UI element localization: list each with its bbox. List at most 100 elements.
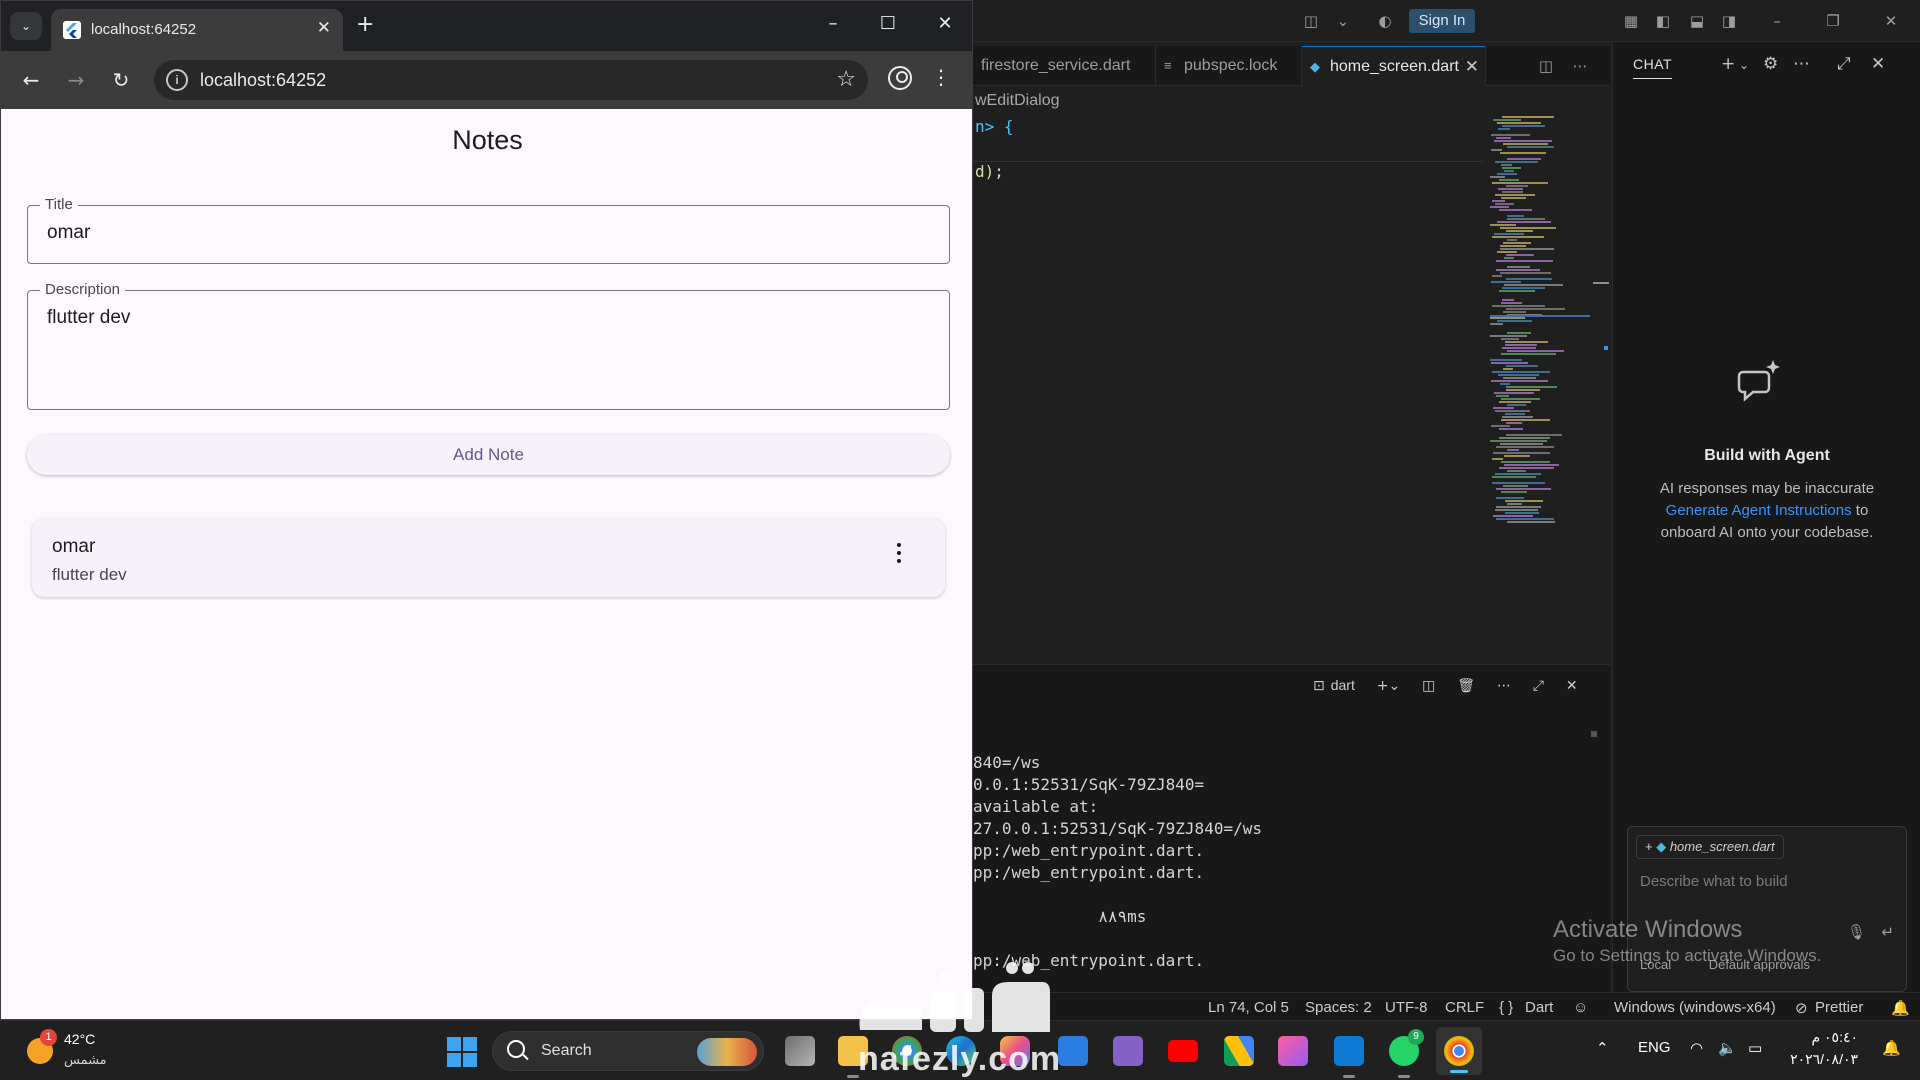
copilot-status-icon[interactable]: ☺ <box>1573 999 1588 1016</box>
title-field[interactable]: Title omar <box>27 196 950 264</box>
close-icon[interactable]: ✕ <box>1465 47 1479 86</box>
notification-bell-icon[interactable]: 🔔 <box>1882 1039 1901 1057</box>
chat-tab[interactable]: CHAT <box>1633 56 1673 79</box>
vscode-icon[interactable] <box>1334 1036 1364 1078</box>
profile-icon[interactable] <box>888 66 912 90</box>
weather-condition[interactable]: مشمس <box>64 1052 107 1068</box>
minimap[interactable] <box>1490 112 1570 542</box>
maximize-icon[interactable]: ⤢ <box>1837 54 1851 74</box>
window-restore-icon[interactable]: ❐ <box>1822 10 1844 32</box>
send-icon[interactable]: ↵ <box>1881 923 1894 941</box>
chevron-down-icon[interactable]: ⌄ <box>1739 58 1749 72</box>
youtube-icon[interactable] <box>1168 1040 1198 1062</box>
more-actions-icon[interactable]: ⋯ <box>1793 54 1810 74</box>
new-tab-button[interactable]: + <box>356 12 374 37</box>
chrome-menu-icon[interactable]: ⋮ <box>931 65 951 89</box>
forward-button[interactable]: → <box>61 65 91 95</box>
terminal-profile[interactable]: dart <box>1331 677 1355 693</box>
split-terminal-icon[interactable]: ◫ <box>1422 678 1435 694</box>
minimap-line <box>1506 434 1562 436</box>
terminal-panel[interactable]: ⊡ dart +⌄ ◫ 🗑 ⋯ ⤢ ✕ 840=/ws 0.0.1:52531/S… <box>973 664 1610 992</box>
close-icon[interactable]: ✕ <box>317 18 331 38</box>
tab-firestore-service[interactable]: firestore_service.dart <box>973 46 1156 86</box>
chevron-down-icon[interactable]: ⌄ <box>1332 10 1354 32</box>
taskbar-search[interactable]: Search <box>492 1031 764 1071</box>
dart-icon: ◆ <box>1656 839 1670 854</box>
browser-tab[interactable]: localhost:64252 ✕ <box>51 9 343 51</box>
language-indicator[interactable]: ENG <box>1638 1039 1671 1056</box>
google-drive-icon[interactable] <box>1224 1036 1254 1066</box>
more-actions-icon[interactable]: ⋯ <box>1497 678 1511 694</box>
indentation[interactable]: Spaces: 2 <box>1305 999 1372 1016</box>
formatter[interactable]: Prettier <box>1815 999 1863 1016</box>
title-field-value[interactable]: omar <box>47 222 90 244</box>
chevron-up-icon[interactable]: ⌃ <box>1596 1039 1609 1057</box>
wifi-icon[interactable]: ◠ <box>1690 1039 1703 1057</box>
breadcrumb[interactable]: wEditDialog <box>975 92 1059 110</box>
more-vert-icon[interactable] <box>897 543 901 567</box>
reload-button[interactable]: ↻ <box>106 65 136 95</box>
more-actions-icon[interactable]: ⋯ <box>1569 55 1591 77</box>
line-endings[interactable]: CRLF <box>1445 999 1484 1016</box>
bookmark-star-icon[interactable]: ☆ <box>836 67 856 92</box>
window-minimize-icon[interactable]: – <box>1766 10 1788 32</box>
copilot-icon[interactable]: ◫ <box>1300 10 1322 32</box>
description-field[interactable]: Description flutter dev <box>27 281 950 410</box>
address-bar[interactable]: i localhost:64252 ☆ <box>154 60 868 100</box>
task-view-icon[interactable] <box>785 1036 815 1066</box>
tab-home-screen[interactable]: ◆ home_screen.dart ✕ <box>1302 46 1486 86</box>
minimize-button[interactable]: – <box>818 13 848 34</box>
tab-search-button[interactable]: ⌄ <box>10 12 42 40</box>
chat-input-box[interactable]: + ◆ home_screen.dart Describe what to bu… <box>1627 826 1907 992</box>
chrome-active-icon[interactable] <box>1444 1036 1474 1066</box>
description-field-value[interactable]: flutter dev <box>47 307 130 329</box>
battery-icon[interactable]: ▭ <box>1748 1039 1762 1057</box>
url-text[interactable]: localhost:64252 <box>200 70 326 91</box>
maximize-panel-icon[interactable]: ⤢ <box>1533 678 1544 694</box>
toggle-sidebar-icon[interactable]: ◧ <box>1652 10 1674 32</box>
microphone-icon[interactable]: 🎙 <box>1847 923 1866 941</box>
clock-time[interactable]: ٠٥:٤٠ م <box>1768 1029 1858 1046</box>
chat-context-file[interactable]: + ◆ home_screen.dart <box>1636 835 1784 859</box>
site-info-icon[interactable]: i <box>166 69 188 91</box>
gear-icon[interactable]: ⚙ <box>1763 54 1778 74</box>
visual-studio-icon[interactable] <box>1113 1036 1143 1066</box>
maximize-button[interactable]: ☐ <box>873 13 903 34</box>
split-editor-icon[interactable]: ◫ <box>1535 55 1557 77</box>
generate-instructions-link[interactable]: Generate Agent Instructions <box>1666 502 1852 519</box>
toggle-panel-icon[interactable]: ⬓ <box>1686 10 1708 32</box>
target-device[interactable]: Windows (windows-x64) <box>1614 999 1776 1016</box>
trash-icon[interactable]: 🗑 <box>1457 678 1475 694</box>
add-terminal-icon[interactable]: +⌄ <box>1377 678 1400 694</box>
close-window-button[interactable]: ✕ <box>930 13 960 34</box>
encoding[interactable]: UTF-8 <box>1385 999 1428 1016</box>
volume-icon[interactable]: 🔈 <box>1718 1039 1737 1057</box>
whatsapp-badge: 9 <box>1408 1029 1424 1045</box>
chat-input-placeholder[interactable]: Describe what to build <box>1640 873 1788 890</box>
sign-in-button[interactable]: Sign In <box>1409 9 1475 33</box>
notifications-icon[interactable]: 🔔 <box>1891 999 1910 1017</box>
tab-pubspec-lock[interactable]: ≡ pubspec.lock <box>1156 46 1302 86</box>
toggle-secondary-sidebar-icon[interactable]: ◨ <box>1718 10 1740 32</box>
add-note-button[interactable]: Add Note <box>27 435 950 475</box>
clock-date[interactable]: ٢٠٢٦/٠٨/٠٣ <box>1768 1051 1858 1068</box>
add-context-icon[interactable]: + <box>1645 839 1656 854</box>
close-icon[interactable]: ✕ <box>1871 54 1885 74</box>
new-chat-icon[interactable]: + <box>1721 54 1735 74</box>
minimap-line <box>1494 392 1534 394</box>
microsoft-store-icon[interactable] <box>1058 1036 1088 1066</box>
cursor-position[interactable]: Ln 74, Col 5 <box>1208 999 1289 1016</box>
windows-start-icon[interactable] <box>447 1037 477 1067</box>
note-card[interactable]: omar flutter dev <box>32 519 945 597</box>
layout-icon[interactable]: ▦ <box>1620 10 1642 32</box>
close-icon[interactable]: ✕ <box>1566 678 1578 694</box>
terminal-scrollbar[interactable] <box>1591 731 1597 737</box>
photos-app-icon[interactable] <box>1278 1036 1308 1066</box>
back-button[interactable]: ← <box>16 65 46 95</box>
window-close-icon[interactable]: ✕ <box>1880 10 1902 32</box>
accounts-icon[interactable]: ◐ <box>1374 10 1396 32</box>
minimap-slider[interactable] <box>1490 315 1590 317</box>
weather-temperature[interactable]: 42°C <box>64 1031 95 1047</box>
language-mode[interactable]: Dart <box>1525 999 1553 1016</box>
search-icon <box>507 1040 525 1058</box>
